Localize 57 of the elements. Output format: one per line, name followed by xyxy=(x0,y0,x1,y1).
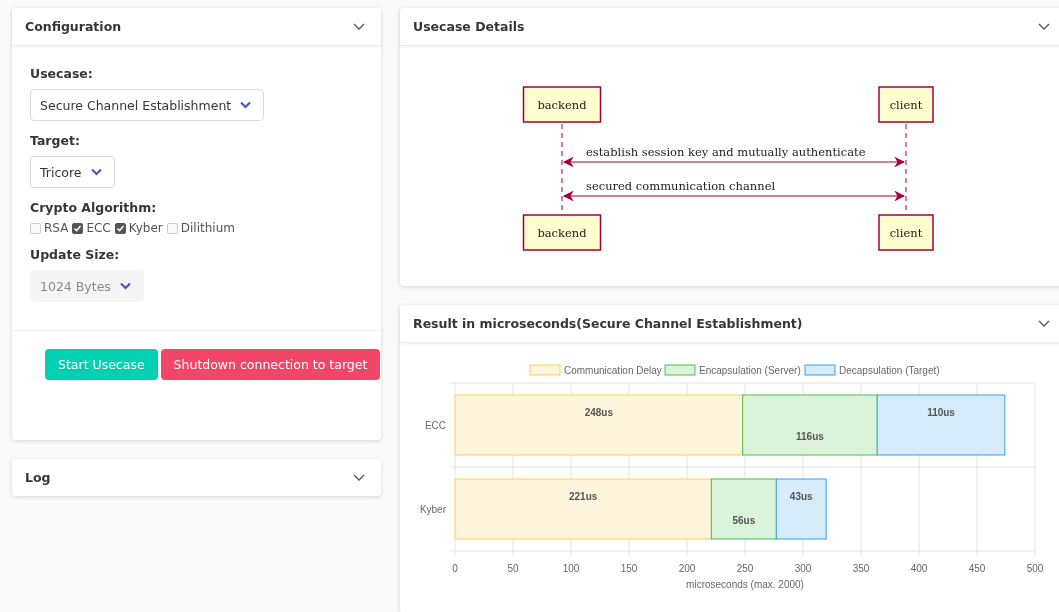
participant-box: backend xyxy=(522,86,602,123)
panel-title: Result in microseconds(Secure Channel Establishment) xyxy=(413,316,803,331)
axis-tick-label: 200 xyxy=(678,563,696,574)
axis-category-label: ECC xyxy=(424,420,446,431)
axis-tick-label: 450 xyxy=(968,563,986,574)
legend-label[interactable]: Decapsulation (Target) xyxy=(839,365,940,376)
chevron-down-icon[interactable] xyxy=(1038,22,1050,31)
message-label: secured communication channel xyxy=(586,179,776,193)
axis-tick-label: 400 xyxy=(910,563,928,574)
dropdown[interactable]: Tricore xyxy=(30,156,115,188)
value-label: 110us xyxy=(927,407,955,418)
participant-box: client xyxy=(878,214,934,251)
checkbox-label: RSA xyxy=(44,221,69,235)
field-label: Update Size: xyxy=(30,247,121,262)
chevron-down-icon[interactable] xyxy=(1038,319,1050,328)
participant-box: backend xyxy=(522,214,602,251)
chevron-down-icon[interactable] xyxy=(353,22,365,31)
axis-tick-label: 100 xyxy=(562,563,580,574)
bar xyxy=(775,478,827,540)
axis-category-label: Kyber xyxy=(419,504,446,515)
legend-swatch[interactable] xyxy=(664,364,696,376)
dropdown[interactable]: Secure Channel Establishment xyxy=(30,89,265,121)
value-label: 43us xyxy=(789,491,813,502)
checkbox-label: ECC xyxy=(86,221,111,235)
axis-tick-label: 150 xyxy=(620,563,638,574)
checkbox[interactable] xyxy=(114,222,126,234)
checkbox-label: Kyber xyxy=(128,221,163,235)
caret-icon xyxy=(240,101,252,109)
checkbox-label: Dilithium xyxy=(180,221,235,235)
panel-title: Log xyxy=(25,470,51,485)
message-label: establish session key and mutually authenticate xyxy=(586,145,866,159)
value-label: 116us xyxy=(796,431,824,442)
value-label: 56us xyxy=(732,515,756,526)
axis-tick-label: 300 xyxy=(794,563,812,574)
axis-tick-label: 50 xyxy=(507,563,519,574)
legend-label[interactable]: Encapsulation (Server) xyxy=(699,365,801,376)
action-button[interactable]: Shutdown connection to target xyxy=(160,349,381,380)
axis-title: microseconds (max. 2000) xyxy=(686,579,804,590)
caret-icon xyxy=(90,168,102,176)
field-label: Target: xyxy=(30,133,81,148)
axis-tick-label: 350 xyxy=(852,563,870,574)
axis-tick-label: 500 xyxy=(1026,563,1044,574)
caret-icon xyxy=(119,282,131,290)
field-label: Usecase: xyxy=(30,66,94,81)
panel-title: Usecase Details xyxy=(413,19,525,34)
axis-tick-label: 0 xyxy=(452,563,458,574)
participant-box: client xyxy=(878,86,934,123)
legend-swatch[interactable] xyxy=(529,364,561,376)
chevron-down-icon[interactable] xyxy=(353,473,365,482)
panel-title: Configuration xyxy=(25,19,122,34)
legend-label[interactable]: Communication Delay xyxy=(564,365,662,376)
value-label: 221us xyxy=(569,491,598,502)
checkbox[interactable] xyxy=(72,222,84,234)
field-label: Crypto Algorithm: xyxy=(30,200,158,215)
axis-tick-label: 250 xyxy=(736,563,754,574)
legend-swatch[interactable] xyxy=(804,364,836,376)
value-label: 248us xyxy=(584,407,613,418)
